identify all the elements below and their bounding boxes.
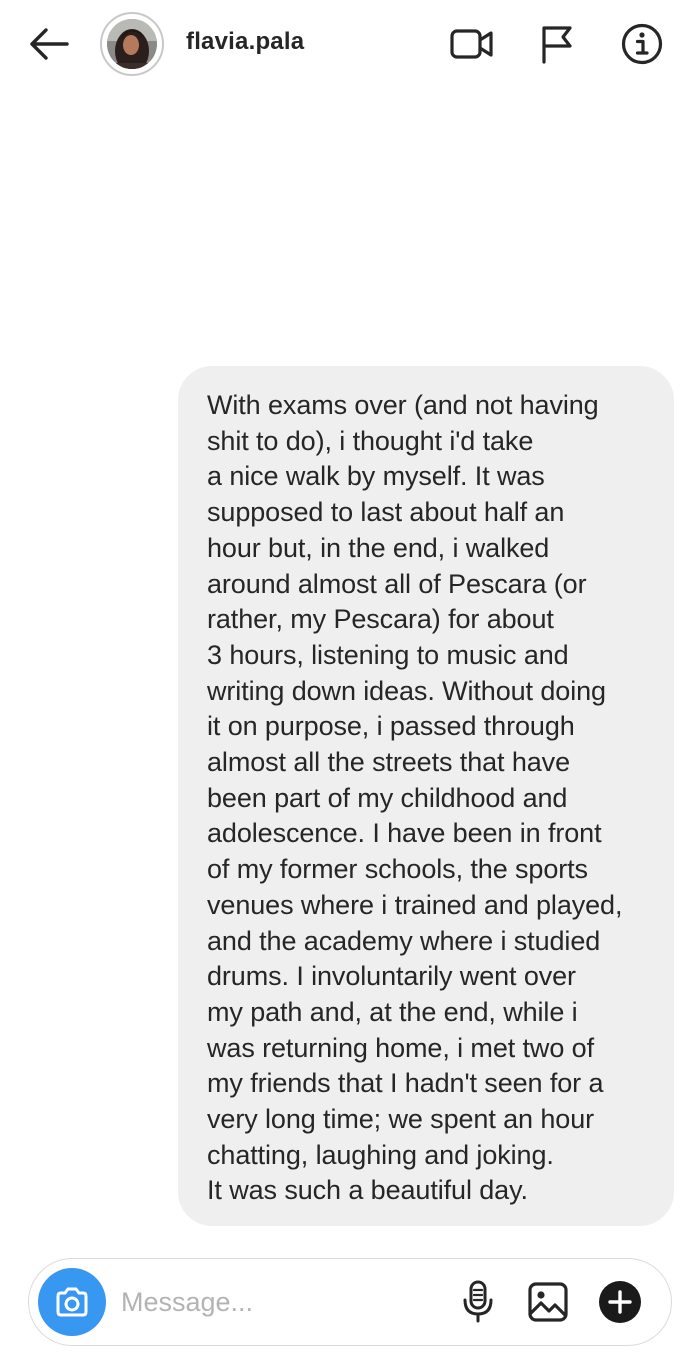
profile-avatar — [107, 19, 157, 69]
camera-button[interactable] — [38, 1268, 106, 1336]
gallery-button[interactable] — [525, 1279, 571, 1325]
microphone-icon — [463, 1280, 493, 1323]
outgoing-message-bubble[interactable]: With exams over (and not having shit to … — [178, 366, 674, 1226]
report-button[interactable] — [532, 20, 580, 68]
info-button[interactable] — [618, 20, 666, 68]
avatar[interactable] — [100, 12, 164, 76]
chat-username[interactable]: flavia.pala — [186, 28, 304, 56]
info-icon — [621, 23, 663, 65]
message-input[interactable] — [121, 1283, 441, 1321]
gallery-icon — [528, 1282, 568, 1322]
video-call-button[interactable] — [448, 20, 496, 68]
video-call-icon — [450, 29, 493, 59]
message-text: With exams over (and not having shit to … — [207, 390, 623, 1206]
more-options-button[interactable] — [597, 1279, 643, 1325]
back-button[interactable] — [24, 20, 74, 68]
message-composer — [28, 1258, 672, 1346]
camera-icon — [56, 1287, 88, 1317]
plus-icon — [599, 1281, 641, 1323]
back-arrow-icon — [30, 28, 69, 60]
voice-message-button[interactable] — [455, 1279, 501, 1325]
chat-header: flavia.pala — [0, 0, 700, 88]
flag-icon — [542, 26, 572, 64]
